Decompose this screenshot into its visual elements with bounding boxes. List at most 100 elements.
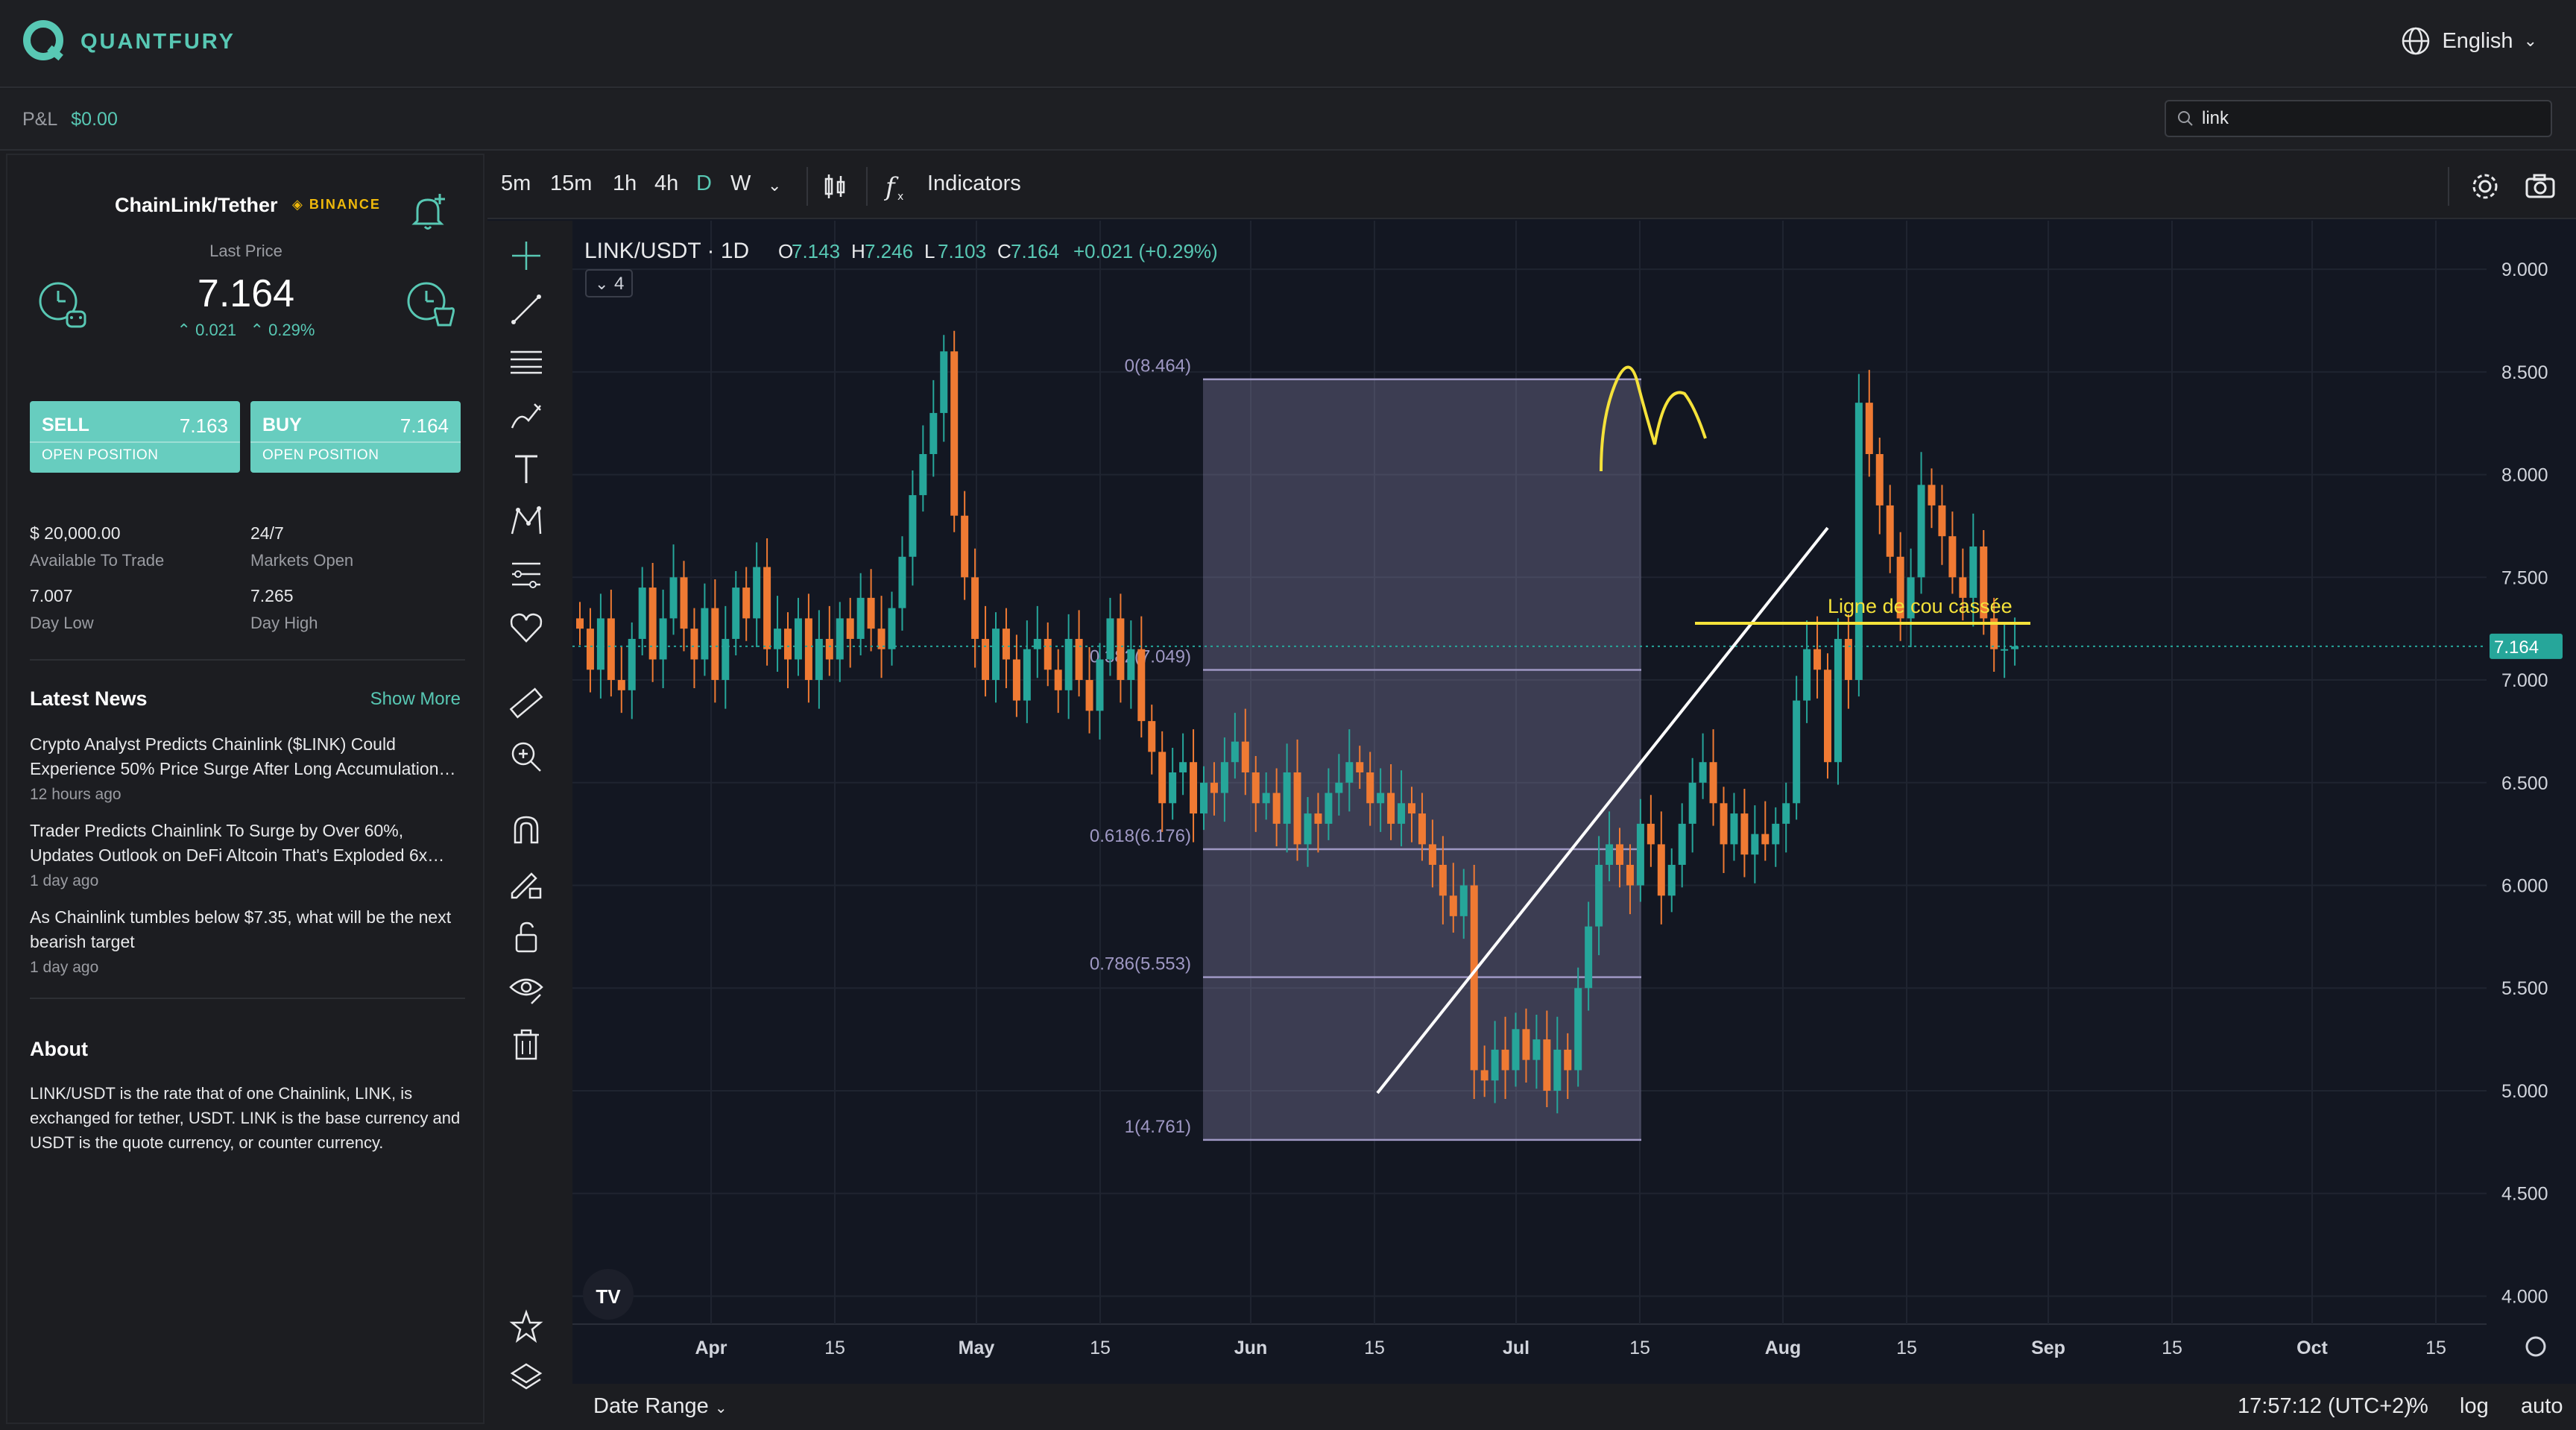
percent-scale-toggle[interactable]: % [2409,1394,2428,1419]
camera-icon[interactable] [2522,168,2558,204]
candle-body [1875,454,1884,505]
timeframe-15m[interactable]: 15m [550,171,592,196]
candle-body [1740,813,1749,855]
trend-line-icon[interactable] [506,289,546,330]
show-more-link[interactable]: Show More [370,689,461,710]
candle-body [1106,618,1114,660]
brush-icon[interactable] [506,395,546,435]
candle-body [1033,638,1041,649]
candle-body [1667,864,1676,896]
search-box[interactable] [2165,100,2552,137]
x-tick-label: 15 [1364,1338,1385,1358]
horizontal-lines-icon[interactable] [506,341,546,382]
sell-button[interactable]: SELL 7.163 OPEN POSITION [30,401,240,473]
zoom-in-icon[interactable] [506,737,546,777]
add-alert-bell-icon[interactable] [407,189,452,234]
candle-body [1190,762,1198,814]
lock-icon[interactable] [506,917,546,957]
pattern-tool-icon[interactable] [506,501,546,541]
x-tick-label: Sep [2031,1338,2065,1358]
candle-type-icon[interactable] [817,168,853,204]
candle-body [1886,505,1894,557]
settings-gear-icon[interactable] [2467,168,2503,204]
candle-body [586,629,594,670]
candle-body [1293,772,1301,845]
chart-widget: 5m 15m 1h 4h D W ⌄ f x Indicators 9.000 … [487,154,2576,1430]
buy-button[interactable]: BUY 7.164 OPEN POSITION [250,401,461,473]
instrument-name: ChainLink/Tether [115,194,278,216]
logo[interactable]: QUANTFURY [22,19,236,64]
legend-key: H [851,240,865,262]
stat-day-low: 7.007 Day Low [30,586,94,633]
fib-level-label: 0.786(5.553) [1090,954,1191,974]
stat-day-high: 7.265 Day High [250,586,318,633]
candle-body [1647,823,1655,845]
candle-body [628,638,636,690]
candle-body [971,577,979,639]
candle-body [1075,638,1083,681]
search-input[interactable] [2202,108,2530,129]
price-chart[interactable]: 9.000 8.500 8.000 7.500 7.000 6.500 6.000 5.500… [572,221,2576,1384]
svg-text:x: x [897,191,903,203]
exchange-badge: ◈ BINANCE [292,197,381,212]
fib-level-label: 0(8.464) [1125,356,1191,377]
news-item[interactable]: Crypto Analyst Predicts Chainlink ($LINK… [30,732,470,804]
candle-body [659,618,667,660]
stat-value: 7.265 [250,586,294,605]
candle-body [1356,762,1364,772]
y-tick-label: 6.500 [2501,773,2548,794]
crosshair-icon[interactable] [506,236,546,276]
legend-value: 7.164 [1011,240,1059,262]
divider [2448,167,2449,206]
candle-body [1543,1039,1551,1091]
text-tool-icon[interactable] [506,449,546,489]
news-title: Latest News [30,687,148,710]
timeframe-dropdown-icon[interactable]: ⌄ [768,176,781,195]
candle-body [856,597,865,639]
auto-scale-toggle[interactable]: auto [2521,1394,2563,1419]
candle-body [950,351,959,516]
language-selector[interactable]: English ⌄ [2400,25,2537,57]
candle-body [1169,772,1177,804]
news-headline: Trader Predicts Chainlink To Surge by Ov… [30,821,445,865]
trash-icon[interactable] [506,1024,546,1065]
candle-body [1761,834,1770,845]
layers-icon[interactable] [506,1358,546,1399]
chart-plot-area[interactable]: 9.000 8.500 8.000 7.500 7.000 6.500 6.000 5.500… [572,221,2576,1394]
magnet-icon[interactable] [506,810,546,850]
news-item[interactable]: Trader Predicts Chainlink To Surge by Ov… [30,819,470,890]
timeframe-w[interactable]: W [730,171,751,196]
candle-body [1325,793,1333,824]
ruler-icon[interactable] [506,683,546,723]
news-time: 1 day ago [30,872,99,889]
timeframe-4h[interactable]: 4h [654,171,678,196]
about-title: About [30,1038,88,1060]
top-bar: QUANTFURY English ⌄ [0,0,2576,88]
date-range-button[interactable]: Date Range ⌄ [593,1394,727,1419]
timeframe-1h[interactable]: 1h [613,171,637,196]
candle-body [638,588,646,639]
news-item[interactable]: As Chainlink tumbles below $7.35, what w… [30,905,470,977]
candle-body [846,618,854,639]
x-tick-label: May [959,1338,995,1358]
search-icon [2178,111,2193,126]
instrument-header: ChainLink/Tether ◈ BINANCE [7,173,484,230]
x-tick-label: 15 [1896,1338,1917,1358]
log-scale-toggle[interactable]: log [2460,1394,2489,1419]
timeframe-5m[interactable]: 5m [501,171,531,196]
indicators-button[interactable]: Indicators [927,171,1021,196]
candle-body [711,608,719,681]
eye-icon[interactable] [506,969,546,1009]
x-tick-label: 15 [1629,1338,1650,1358]
drawing-lock-pencil-icon[interactable] [506,863,546,904]
star-icon[interactable] [506,1306,546,1346]
x-tick-label: 15 [2162,1338,2182,1358]
legend-change: +0.021 (+0.29%) [1073,240,1218,262]
heart-icon[interactable] [506,607,546,647]
arrow-up-icon: ⌃ [250,321,264,339]
candle-body [940,351,948,413]
candle-body [1220,762,1228,793]
prediction-tool-icon[interactable] [506,555,546,595]
candle-body [1606,844,1614,865]
timeframe-d[interactable]: D [696,171,712,196]
